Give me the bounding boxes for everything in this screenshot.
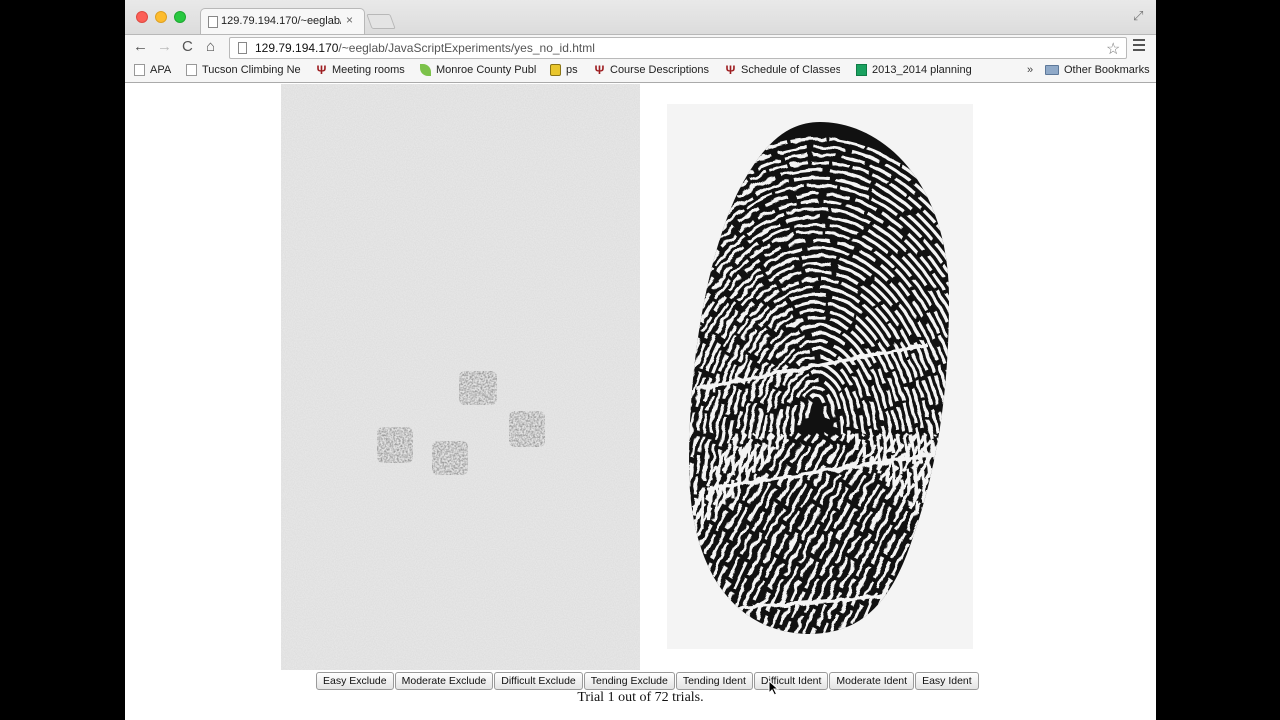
tab-strip: 129.79.194.170/~eeglab/ × ⤢ [125,0,1156,35]
bookmark-planning-sheet[interactable]: 2013_2014 planning [856,64,981,76]
bookmark-monroe-county[interactable]: Monroe County Publ [420,64,538,76]
url-host: 129.79.194.170 [255,41,339,55]
menu-icon[interactable] [1133,39,1145,51]
iu-icon: Ψ [316,64,327,76]
bookmark-meeting-rooms[interactable]: Ψ Meeting rooms [316,64,416,76]
tab-active[interactable]: 129.79.194.170/~eeglab/ × [200,8,365,35]
bookmark-course-descriptions[interactable]: Ψ Course Descriptions [594,64,712,76]
bookmarks-bar: APA Tucson Climbing Ne Ψ Meeting rooms Mo… [125,60,1156,83]
url-text[interactable]: 129.79.194.170/~eeglab/JavaScriptExperim… [255,41,595,55]
tab-title: 129.79.194.170/~eeglab/ [221,15,341,27]
window-minimize-button[interactable] [155,11,167,23]
bookmarks-overflow-icon[interactable]: » [1027,64,1033,76]
moderate-exclude-button[interactable]: Moderate Exclude [394,672,494,690]
url-path: /~eeglab/JavaScriptExperiments/yes_no_id… [338,41,595,55]
rating-button-group: Easy Exclude Moderate Exclude Difficult … [316,672,980,690]
tab-close-icon[interactable]: × [346,13,353,27]
easy-ident-button[interactable]: Easy Ident [915,672,979,690]
page-icon [208,16,218,28]
mouse-cursor-icon [768,680,780,696]
bookmark-schedule-of-classes[interactable]: Ψ Schedule of Classes [725,64,840,76]
browser-window: 129.79.194.170/~eeglab/ × ⤢ ← → C ⌂ 129.… [125,0,1156,720]
address-bar[interactable]: 129.79.194.170/~eeglab/JavaScriptExperim… [229,37,1127,59]
iu-icon: Ψ [594,64,605,76]
page-icon [186,64,197,76]
page-icon [238,42,247,54]
page-icon [134,64,145,76]
forward-icon[interactable]: → [157,38,172,56]
window-zoom-button[interactable] [174,11,186,23]
page-content: Easy Exclude Moderate Exclude Difficult … [125,84,1156,720]
home-icon[interactable]: ⌂ [206,38,215,56]
difficult-ident-button[interactable]: Difficult Ident [753,672,829,690]
bookmark-ps[interactable]: ps [550,64,585,76]
fullscreen-icon[interactable]: ⤢ [1133,8,1143,24]
moderate-ident-button[interactable]: Moderate Ident [829,672,915,690]
browser-toolbar: ← → C ⌂ 129.79.194.170/~eeglab/JavaScrip… [125,34,1156,60]
bookmark-star-icon[interactable]: ☆ [1106,39,1120,59]
tending-exclude-button[interactable]: Tending Exclude [583,672,675,690]
folder-icon [1045,65,1059,75]
window-close-button[interactable] [136,11,148,23]
bag-icon [550,64,561,76]
screen: 129.79.194.170/~eeglab/ × ⤢ ← → C ⌂ 129.… [0,0,1280,720]
difficult-exclude-button[interactable]: Difficult Exclude [494,672,583,690]
back-icon[interactable]: ← [133,38,148,56]
easy-exclude-button[interactable]: Easy Exclude [316,672,394,690]
latent-fingerprint-image [281,84,640,670]
bookmark-apa[interactable]: APA [134,64,174,76]
iu-icon: Ψ [725,64,736,76]
reload-icon[interactable]: C [182,38,193,56]
trial-status: Trial 1 out of 72 trials. [577,690,704,705]
reference-fingerprint-image [667,104,973,649]
new-tab-button[interactable] [366,14,396,29]
other-bookmarks[interactable]: Other Bookmarks [1045,64,1153,76]
spreadsheet-icon [856,64,867,76]
tending-ident-button[interactable]: Tending Ident [675,672,753,690]
leaf-icon [420,64,431,76]
bookmark-tucson-climbing[interactable]: Tucson Climbing Ne [186,64,301,76]
